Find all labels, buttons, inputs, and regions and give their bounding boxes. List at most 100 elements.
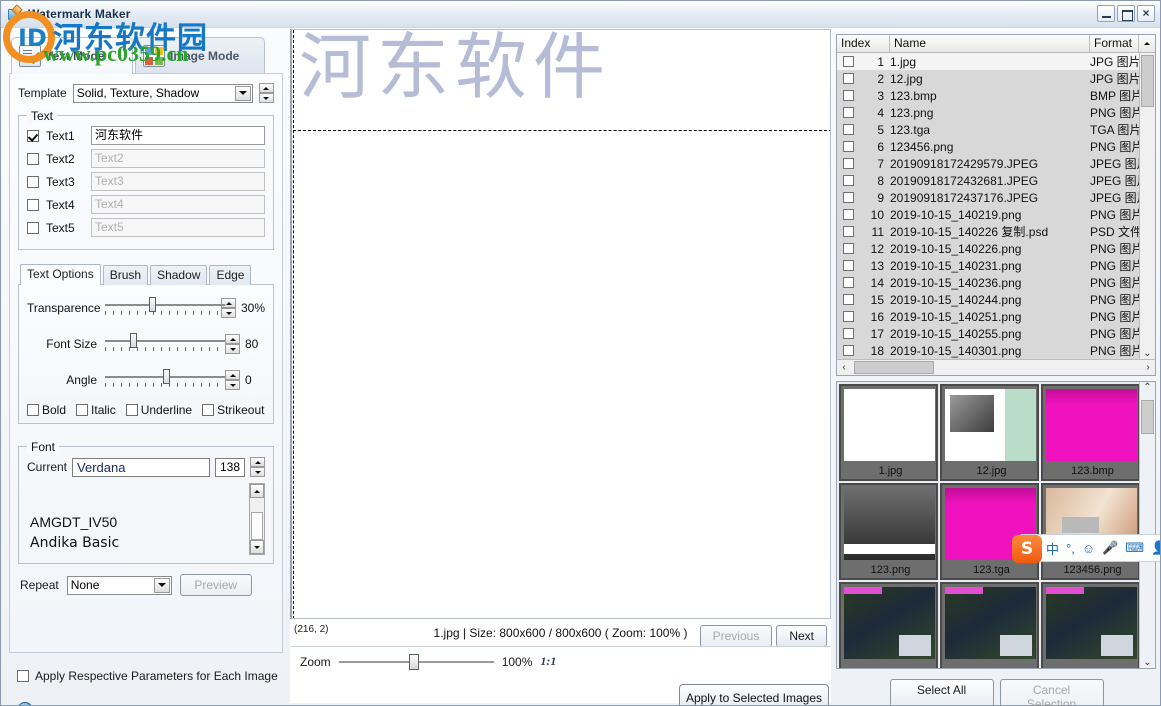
file-list-vscroll-thumb[interactable] <box>1141 55 1154 107</box>
row-checkbox-cell[interactable] <box>837 90 859 101</box>
table-row[interactable]: 920190918172437176.JPEGJPEG 图片… <box>837 189 1155 206</box>
transparence-slider[interactable] <box>105 295 221 321</box>
table-row[interactable]: 6123456.pngPNG 图片文… <box>837 138 1155 155</box>
zoom-slider[interactable] <box>339 654 494 670</box>
thumbnail-scrollbar[interactable]: ⌃ ⌄ <box>1139 382 1155 668</box>
scroll-down-icon[interactable]: ⌄ <box>1141 348 1155 359</box>
row-checkbox-cell[interactable] <box>837 311 859 322</box>
ime-emoji-icon[interactable]: ☺ <box>1082 541 1095 556</box>
apply-each-row[interactable]: Apply Respective Parameters for Each Ima… <box>17 669 278 683</box>
row-checkbox[interactable] <box>843 175 854 186</box>
table-row[interactable]: 152019-10-15_140244.pngPNG 图片文… <box>837 291 1155 308</box>
tab-brush[interactable]: Brush <box>103 265 148 285</box>
file-list-vscrollbar[interactable]: ⌄ <box>1139 53 1155 359</box>
transparence-spinner-up[interactable] <box>221 298 236 308</box>
thumbnail-grid-container[interactable]: 1.jpg12.jpg123.bmp123.png123.tga123456.p… <box>836 381 1156 669</box>
scroll-up-icon[interactable] <box>250 484 264 498</box>
row-checkbox-cell[interactable] <box>837 260 859 271</box>
tab-image-mode[interactable]: Image Mode <box>135 37 265 74</box>
maximize-button[interactable] <box>1117 5 1135 22</box>
text4-checkbox[interactable] <box>27 199 39 211</box>
preview-button[interactable]: Preview <box>180 574 252 596</box>
angle-spinner-down[interactable] <box>225 380 240 390</box>
table-row[interactable]: 3123.bmpBMP 图片文… <box>837 87 1155 104</box>
row-checkbox-cell[interactable] <box>837 73 859 84</box>
tab-text-mode[interactable]: Text Mode <box>11 37 133 74</box>
row-checkbox-cell[interactable] <box>837 277 859 288</box>
font-list-item[interactable]: AMGDT_IV50 <box>27 511 265 532</box>
font-size-slider-thumb[interactable] <box>130 333 137 348</box>
tab-text-options[interactable]: Text Options <box>20 264 101 285</box>
bold-option[interactable]: Bold <box>27 403 66 417</box>
file-list-hscrollbar[interactable]: ‹ › <box>837 359 1155 375</box>
italic-option[interactable]: Italic <box>76 403 116 417</box>
select-all-button[interactable]: Select All <box>890 679 994 706</box>
template-spinner-down[interactable] <box>259 93 274 103</box>
image-canvas[interactable]: 河东软件 <box>290 29 831 619</box>
text5-checkbox[interactable] <box>27 222 39 234</box>
transparence-slider-thumb[interactable] <box>149 297 156 312</box>
thumbnail-item[interactable] <box>839 582 938 669</box>
thumbnail-item[interactable]: 123.png <box>839 483 938 580</box>
scroll-down-icon[interactable] <box>250 540 264 554</box>
table-row[interactable]: 142019-10-15_140236.pngPNG 图片文… <box>837 274 1155 291</box>
apply-each-checkbox[interactable] <box>17 670 29 682</box>
ime-keyboard-icon[interactable]: ⌨ <box>1125 540 1144 556</box>
table-row[interactable]: 5123.tgaTGA 图片文… <box>837 121 1155 138</box>
zoom-slider-thumb[interactable] <box>409 654 419 670</box>
font-list[interactable]: AMGDT_IV50 Andika Basic <box>27 483 265 555</box>
template-spinner[interactable] <box>259 83 274 103</box>
thumbnail-item[interactable] <box>1041 582 1140 669</box>
template-spinner-up[interactable] <box>259 83 274 93</box>
angle-spinner[interactable] <box>225 370 240 390</box>
chevron-down-icon[interactable] <box>235 86 251 101</box>
row-checkbox[interactable] <box>843 124 854 135</box>
ime-user-icon[interactable]: 👤 <box>1151 540 1161 556</box>
row-checkbox-cell[interactable] <box>837 192 859 203</box>
row-checkbox-cell[interactable] <box>837 345 859 356</box>
row-checkbox[interactable] <box>843 345 854 356</box>
row-checkbox[interactable] <box>843 73 854 84</box>
angle-slider[interactable] <box>105 367 225 393</box>
row-checkbox[interactable] <box>843 56 854 67</box>
column-header-index[interactable]: Index <box>837 35 890 52</box>
file-list-hscroll-thumb[interactable] <box>854 361 934 374</box>
table-row[interactable]: 132019-10-15_140231.pngPNG 图片文… <box>837 257 1155 274</box>
table-row[interactable]: 162019-10-15_140251.pngPNG 图片文… <box>837 308 1155 325</box>
table-row[interactable]: 112019-10-15_140226 复制.psdPSD 文件 <box>837 223 1155 240</box>
table-row[interactable]: 720190918172429579.JPEGJPEG 图片… <box>837 155 1155 172</box>
current-font-input[interactable]: Verdana <box>72 458 210 477</box>
tab-edge[interactable]: Edge <box>209 265 251 285</box>
text3-input[interactable]: Text3 <box>91 172 265 191</box>
font-size-slider[interactable] <box>105 331 225 357</box>
font-list-scrollbar[interactable] <box>249 483 265 555</box>
row-checkbox-cell[interactable] <box>837 141 859 152</box>
zoom-ratio-button[interactable]: 1:1 <box>540 654 556 669</box>
table-row[interactable]: 182019-10-15_140301.pngPNG 图片文… <box>837 342 1155 359</box>
table-row[interactable]: 11.jpgJPG 图片文… <box>837 53 1155 70</box>
row-checkbox-cell[interactable] <box>837 226 859 237</box>
row-checkbox-cell[interactable] <box>837 243 859 254</box>
template-combo[interactable]: Solid, Texture, Shadow <box>73 84 253 103</box>
chevron-down-icon[interactable] <box>154 578 170 593</box>
row-checkbox[interactable] <box>843 311 854 322</box>
table-row[interactable]: 820190918172432681.JPEGJPEG 图片… <box>837 172 1155 189</box>
previous-button[interactable]: Previous <box>700 625 773 647</box>
help-icon[interactable]: ? <box>17 702 33 706</box>
column-header-format[interactable]: Format <box>1090 35 1139 52</box>
table-row[interactable]: 212.jpgJPG 图片文… <box>837 70 1155 87</box>
font-size-spinner-down[interactable] <box>225 344 240 354</box>
row-checkbox[interactable] <box>843 90 854 101</box>
row-checkbox[interactable] <box>843 107 854 118</box>
row-checkbox-cell[interactable] <box>837 158 859 169</box>
row-checkbox-cell[interactable] <box>837 328 859 339</box>
scroll-up-icon[interactable]: ⌃ <box>1141 382 1155 393</box>
next-button[interactable]: Next <box>776 625 827 647</box>
row-checkbox-cell[interactable] <box>837 294 859 305</box>
table-row[interactable]: 122019-10-15_140226.pngPNG 图片文… <box>837 240 1155 257</box>
row-checkbox-cell[interactable] <box>837 107 859 118</box>
font-size-box-spinner[interactable] <box>250 457 265 477</box>
transparence-spinner[interactable] <box>221 298 236 318</box>
angle-spinner-up[interactable] <box>225 370 240 380</box>
italic-checkbox[interactable] <box>76 404 88 416</box>
